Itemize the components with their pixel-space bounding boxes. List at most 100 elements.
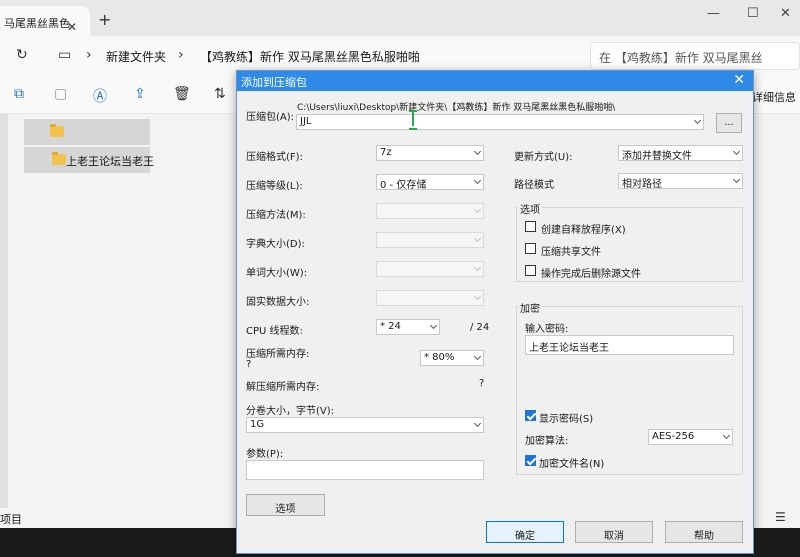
sort-icon[interactable]: ⇅ — [214, 86, 226, 102]
computer-icon[interactable]: ▭ — [58, 47, 71, 63]
encryption-method-label: 加密算法: — [525, 436, 569, 447]
volume-size-combo[interactable]: 1G — [246, 417, 484, 433]
dialog-title-bar: 添加到压缩包 ✕ — [237, 71, 753, 91]
path-mode-value: 相对路径 — [622, 179, 662, 189]
rename-icon[interactable]: Ⓐ — [93, 86, 107, 106]
cpu-threads-value: * 24 — [380, 321, 401, 332]
browse-button[interactable]: ... — [716, 113, 742, 133]
folder-item[interactable]: 上老王论坛当老王 — [24, 147, 154, 173]
share-icon[interactable]: ⇪ — [134, 86, 146, 102]
explorer-tab[interactable]: 马尾黑丝黑色 ✕ — [0, 6, 90, 36]
new-tab-icon[interactable]: + — [98, 10, 111, 29]
chevron-down-icon — [473, 205, 482, 214]
chevron-down-icon[interactable] — [473, 419, 482, 428]
chevron-down-icon — [473, 147, 482, 156]
item-count: 项目 — [0, 513, 22, 526]
update-mode-select[interactable]: 添加并替换文件 — [618, 145, 743, 161]
archive-name-value: JJL — [300, 116, 312, 127]
chevron-down-icon — [732, 175, 741, 184]
method-select[interactable] — [376, 203, 484, 219]
delete-icon[interactable]: 🗑 — [173, 86, 191, 102]
archive-path: C:\Users\liuxi\Desktop\新建文件夹\【鸡教练】新作 双马尾… — [297, 103, 616, 113]
path-mode-select[interactable]: 相对路径 — [618, 173, 743, 189]
navigation-scrollbar[interactable] — [0, 114, 8, 514]
chevron-down-icon — [473, 352, 482, 361]
cpu-threads-label: CPU 线程数: — [246, 326, 303, 337]
memory-label: 压缩所需内存: — [246, 349, 310, 360]
level-label: 压缩等级(L): — [246, 181, 303, 192]
help-button[interactable]: 帮助 — [665, 521, 743, 543]
tab-title: 马尾黑丝黑色 — [4, 17, 70, 30]
word-size-label: 单词大小(W): — [246, 268, 308, 279]
cancel-button[interactable]: 取消 — [575, 521, 653, 543]
show-password-checkbox[interactable] — [525, 410, 536, 421]
show-password-label: 显示密码(S) — [539, 414, 594, 425]
chevron-down-icon — [473, 176, 482, 185]
folder-item[interactable]: 45 — [24, 119, 150, 145]
encrypt-names-label: 加密文件名(N) — [539, 459, 605, 470]
options-group-title: 选项 — [518, 201, 542, 216]
encryption-group-title: 加密 — [518, 300, 542, 315]
sfx-label: 创建自释放程序(X) — [541, 225, 626, 236]
dialog-title: 添加到压缩包 — [241, 76, 307, 89]
view-toggle-icon[interactable]: ☰ — [775, 510, 786, 524]
decompress-memory-help: ? — [479, 378, 485, 389]
ok-button[interactable]: 确定 — [486, 521, 564, 543]
chevron-down-icon[interactable] — [693, 116, 702, 125]
encryption-method-value: AES-256 — [652, 431, 695, 442]
method-label: 压缩方法(M): — [246, 210, 306, 221]
tab-strip: 马尾黑丝黑色 ✕ + — ☐ ✕ — [0, 0, 800, 36]
level-select[interactable]: 0 - 仅存储 — [376, 174, 484, 190]
tab-close-icon[interactable]: ✕ — [67, 20, 77, 34]
options-button[interactable]: 选项 — [246, 494, 325, 516]
details-pane-button[interactable]: 详细信息 — [752, 89, 796, 105]
delete-after-label: 操作完成后删除源文件 — [541, 269, 641, 280]
volume-size-label: 分卷大小，字节(V): — [246, 406, 335, 417]
parameters-label: 参数(P): — [246, 449, 284, 460]
chevron-right-icon: › — [178, 47, 184, 63]
chevron-down-icon — [473, 234, 482, 243]
folder-icon — [50, 124, 64, 137]
solid-block-label: 固实数据大小: — [246, 297, 310, 308]
encrypt-names-checkbox[interactable] — [525, 455, 536, 466]
refresh-icon[interactable]: ↻ — [16, 47, 28, 63]
shared-files-label: 压缩共享文件 — [541, 247, 601, 258]
password-input[interactable]: 上老王论坛当老王 — [525, 335, 734, 355]
cpu-threads-select[interactable]: * 24 — [376, 319, 440, 335]
archive-name-combo[interactable]: JJL — [296, 114, 704, 130]
delete-after-checkbox[interactable] — [525, 265, 536, 276]
folder-icon — [52, 152, 66, 165]
word-size-select[interactable] — [376, 261, 484, 277]
archive-label: 压缩包(A): — [246, 112, 295, 123]
dialog-close-icon[interactable]: ✕ — [733, 72, 745, 88]
memory-help: ? — [246, 359, 252, 370]
search-input[interactable]: 在 【鸡教练】新作 双马尾黑丝 — [590, 42, 800, 70]
format-select[interactable]: 7z — [376, 145, 484, 161]
sfx-checkbox[interactable] — [525, 221, 536, 232]
format-label: 压缩格式(F): — [246, 152, 303, 163]
decompress-memory-label: 解压缩所需内存: — [246, 382, 320, 393]
window-close-icon[interactable]: ✕ — [780, 6, 791, 21]
chevron-down-icon — [722, 431, 731, 440]
copy-icon[interactable]: ⧉ — [14, 86, 24, 102]
cpu-threads-total: / 24 — [470, 322, 490, 333]
encryption-method-select[interactable]: AES-256 — [648, 429, 733, 445]
memory-select[interactable]: * 80% — [420, 350, 484, 366]
minimize-icon[interactable]: — — [707, 6, 720, 21]
memory-value: * 80% — [424, 352, 455, 363]
breadcrumb-item[interactable]: 新建文件夹 — [106, 48, 166, 65]
chevron-down-icon — [732, 147, 741, 156]
solid-block-select[interactable] — [376, 290, 484, 306]
paste-icon[interactable]: ▢ — [54, 86, 67, 102]
breadcrumb-item[interactable]: 【鸡教练】新作 双马尾黑丝黑色私服啪啪 — [200, 48, 420, 65]
shared-files-checkbox[interactable] — [525, 243, 536, 254]
dictionary-select[interactable] — [376, 232, 484, 248]
maximize-icon[interactable]: ☐ — [747, 6, 759, 21]
level-value: 0 - 仅存储 — [380, 180, 427, 190]
format-value: 7z — [380, 147, 392, 158]
parameters-input[interactable] — [246, 460, 484, 480]
update-mode-value: 添加并替换文件 — [622, 151, 692, 161]
path-mode-label: 路径模式 — [514, 180, 554, 191]
dictionary-label: 字典大小(D): — [246, 239, 305, 250]
text-cursor-icon — [409, 110, 417, 130]
